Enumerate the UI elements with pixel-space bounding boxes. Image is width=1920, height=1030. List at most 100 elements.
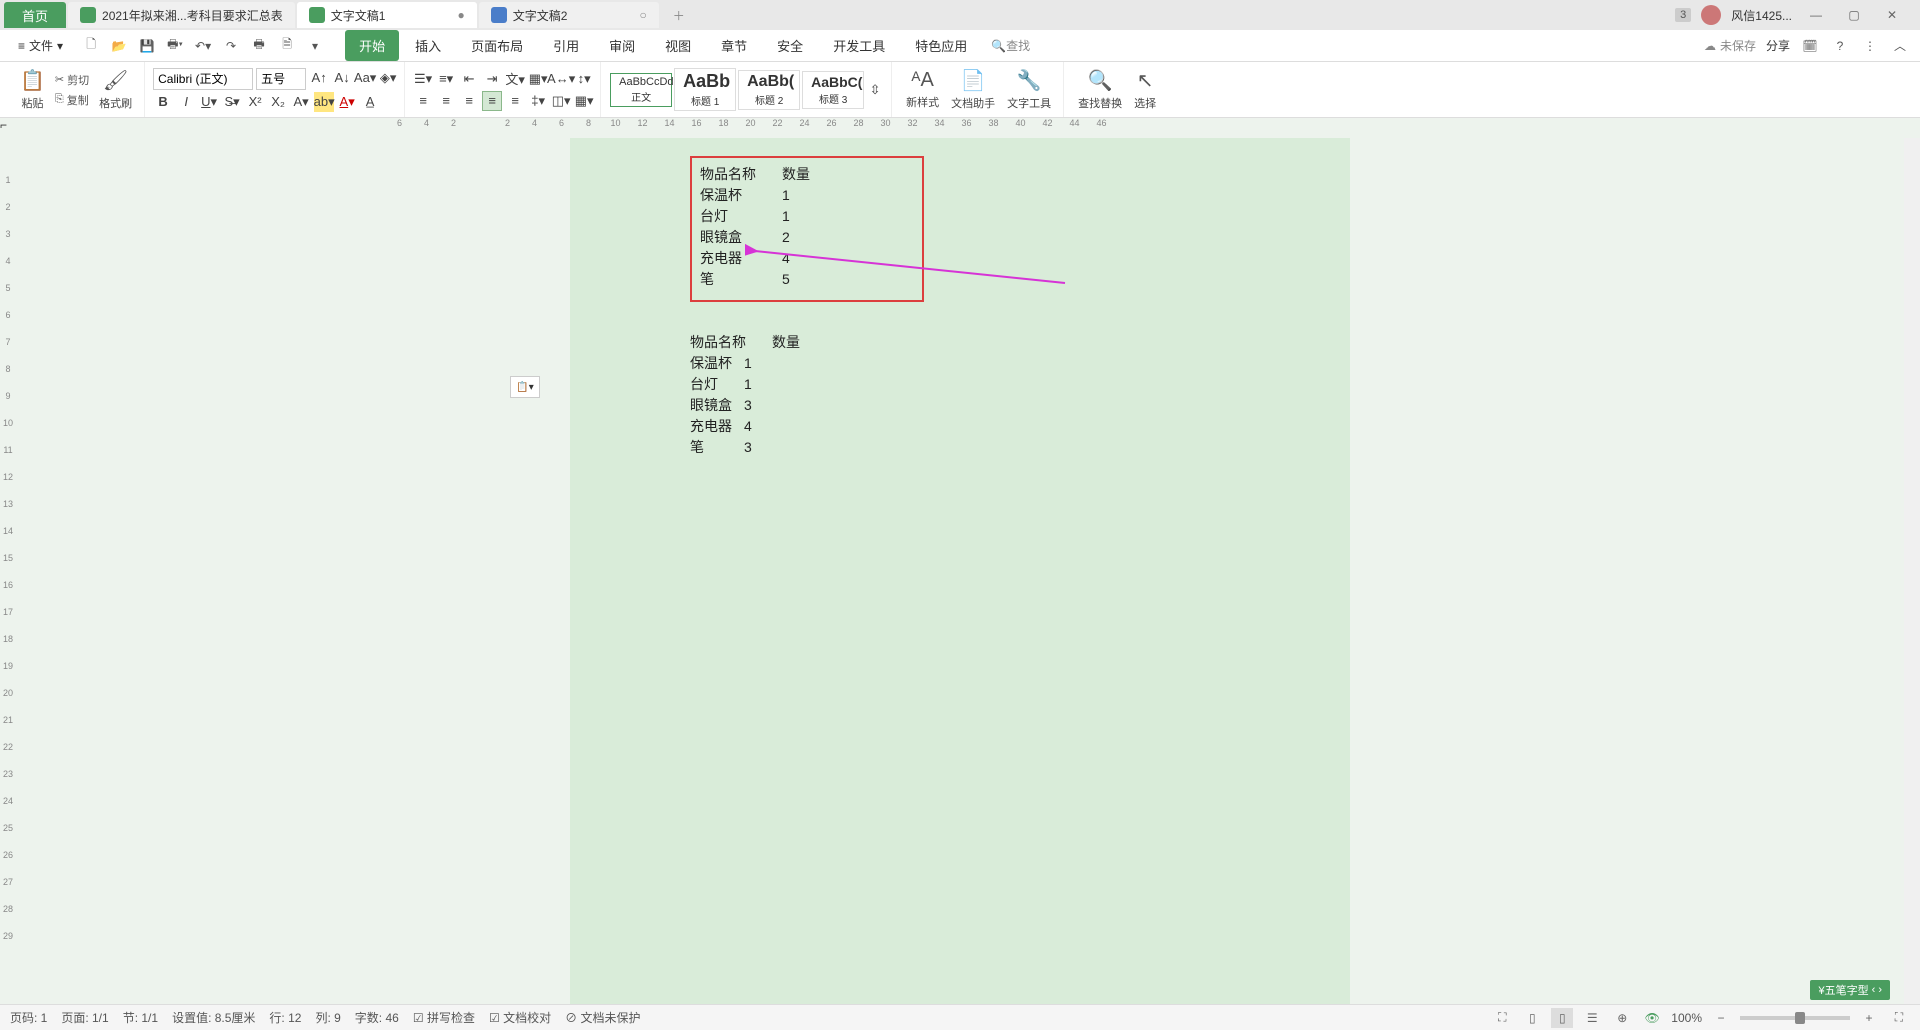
tab-references[interactable]: 引用 [539, 30, 593, 61]
shading2-button[interactable]: ◫▾ [551, 91, 571, 111]
calendar-icon[interactable]: 🗓 [1800, 36, 1820, 56]
tab-doc-2[interactable]: 文字文稿1 ● [297, 2, 477, 28]
find-replace-button[interactable]: 🔍查找替换 [1072, 66, 1128, 113]
style-heading1[interactable]: AaBb 标题 1 [674, 68, 736, 111]
tab-insert[interactable]: 插入 [401, 30, 455, 61]
zoom-in-button[interactable]: + [1858, 1008, 1880, 1028]
doc-helper-button[interactable]: 📄文档助手 [945, 66, 1001, 113]
print-layout-icon[interactable]: ▯ [1551, 1008, 1573, 1028]
cloud-status[interactable]: ☁ 未保存 [1704, 37, 1756, 54]
align-center-button[interactable]: ≡ [436, 91, 456, 111]
format-painter-button[interactable]: 🖌 格式刷 [93, 66, 138, 113]
change-case-icon[interactable]: Aa▾ [355, 68, 375, 88]
zoom-out-button[interactable]: − [1710, 1008, 1732, 1028]
collapse-ribbon-icon[interactable]: ⋮ [1860, 36, 1880, 56]
status-chars[interactable]: 字数: 46 [355, 1009, 399, 1026]
tab-doc-1[interactable]: 2021年拟来湘...考科目要求汇总表 [68, 2, 295, 28]
status-spell[interactable]: ☑ 拼写检查 [413, 1009, 475, 1026]
fullscreen-icon[interactable]: ⛶ [1491, 1008, 1513, 1028]
undo-icon[interactable]: ↶▾ [193, 36, 213, 56]
tab-section[interactable]: 章节 [707, 30, 761, 61]
clear-format-icon[interactable]: ◈▾ [378, 68, 398, 88]
new-style-button[interactable]: ᴬA新样式 [900, 67, 945, 112]
new-icon[interactable]: 🗋 [81, 36, 101, 56]
italic-button[interactable]: I [176, 92, 196, 112]
redo-icon[interactable]: ↷ [221, 36, 241, 56]
align-justify-button[interactable]: ≡ [482, 91, 502, 111]
highlight-button[interactable]: ab▾ [314, 92, 334, 112]
search-box[interactable]: 🔍 查找 [991, 37, 1030, 54]
bold-button[interactable]: B [153, 92, 173, 112]
text-effects-button[interactable]: A▾ [291, 92, 311, 112]
reading-view-icon[interactable]: ▯ [1521, 1008, 1543, 1028]
border-button[interactable]: ▦▾ [528, 69, 548, 89]
subscript-button[interactable]: X₂ [268, 92, 288, 112]
ruler-vertical[interactable]: 1234567891011121314151617181920212223242… [0, 138, 16, 1004]
open-icon[interactable]: 📂 [109, 36, 129, 56]
decrease-font-icon[interactable]: A↓ [332, 68, 352, 88]
text-tools-button[interactable]: 🔧文字工具 [1001, 66, 1057, 113]
print-preview-icon[interactable]: 🗎 [277, 36, 297, 56]
notification-badge[interactable]: 3 [1675, 8, 1691, 22]
status-proof[interactable]: ☑ 文档校对 [489, 1009, 551, 1026]
scrollbar-vertical[interactable] [1904, 138, 1920, 1004]
share-button[interactable]: 分享 [1766, 37, 1790, 54]
copy-button[interactable]: ⎘复制 [51, 91, 93, 109]
print-icon[interactable]: 🖶▾ [165, 36, 185, 56]
increase-font-icon[interactable]: A↑ [309, 68, 329, 88]
style-heading3[interactable]: AaBbC( 标题 3 [802, 71, 864, 109]
increase-indent-button[interactable]: ⇥ [482, 69, 502, 89]
style-normal[interactable]: AaBbCcDd 正文 [610, 73, 672, 107]
superscript-button[interactable]: X² [245, 92, 265, 112]
help-icon[interactable]: ? [1830, 36, 1850, 56]
file-menu[interactable]: ≡ 文件 ▾ [10, 33, 71, 58]
styles-more-icon[interactable]: ⇳ [865, 80, 885, 100]
tab-start[interactable]: 开始 [345, 30, 399, 61]
font-color-button[interactable]: A▾ [337, 92, 357, 112]
status-page[interactable]: 页面: 1/1 [61, 1009, 108, 1026]
maximize-button[interactable]: ▢ [1840, 5, 1868, 25]
tab-view[interactable]: 视图 [651, 30, 705, 61]
tab-doc-3[interactable]: 文字文稿2 ○ [479, 2, 659, 28]
strike-button[interactable]: S̶▾ [222, 92, 242, 112]
minimize-button[interactable]: — [1802, 5, 1830, 25]
web-layout-icon[interactable]: ⊕ [1611, 1008, 1633, 1028]
status-section[interactable]: 节: 1/1 [123, 1009, 158, 1026]
font-size-select[interactable] [256, 68, 306, 90]
status-position[interactable]: 设置值: 8.5厘米 [172, 1009, 255, 1026]
select-button[interactable]: ↖选择 [1128, 66, 1162, 113]
align-left-button[interactable]: ≡ [413, 91, 433, 111]
tab-add-button[interactable]: ＋ [667, 3, 691, 27]
zoom-thumb[interactable] [1795, 1012, 1805, 1024]
outline-view-icon[interactable]: ☰ [1581, 1008, 1603, 1028]
status-row[interactable]: 行: 12 [269, 1009, 301, 1026]
page[interactable]: 📋▾ 物品名称 数量 保温杯1台灯1眼镜盒2充电器4笔5 物品名称 数量 保温杯 [570, 138, 1350, 1004]
underline-button[interactable]: U▾ [199, 92, 219, 112]
status-page-code[interactable]: 页码: 1 [10, 1009, 47, 1026]
ime-indicator[interactable]: ¥五笔字型 ‹ › [1810, 980, 1890, 1000]
tab-page-layout[interactable]: 页面布局 [457, 30, 537, 61]
paste-button[interactable]: 📋 粘贴 [14, 66, 51, 113]
avatar[interactable] [1701, 5, 1721, 25]
ruler-horizontal[interactable]: 6422468101214161820222426283032343638404… [16, 118, 1920, 138]
text-direction-button[interactable]: 文▾ [505, 69, 525, 89]
status-col[interactable]: 列: 9 [315, 1009, 340, 1026]
align-distribute2-button[interactable]: ≡ [505, 91, 525, 111]
paste-options-button[interactable]: 📋▾ [510, 376, 540, 398]
style-heading2[interactable]: AaBb( 标题 2 [738, 70, 800, 110]
tab-dev-tools[interactable]: 开发工具 [819, 30, 899, 61]
align-right-button[interactable]: ≡ [459, 91, 479, 111]
shading-button[interactable]: A̲ [360, 92, 380, 112]
align-distribute-button[interactable]: A↔▾ [551, 69, 571, 89]
sort-button[interactable]: ↕▾ [574, 69, 594, 89]
chevron-up-icon[interactable]: ︿ [1890, 36, 1910, 56]
cut-button[interactable]: ✂剪切 [51, 71, 93, 89]
tab-special[interactable]: 特色应用 [901, 30, 981, 61]
tab-home[interactable]: 首页 [4, 2, 66, 28]
tab-security[interactable]: 安全 [763, 30, 817, 61]
zoom-slider[interactable] [1740, 1016, 1850, 1020]
zoom-level[interactable]: 100% [1671, 1011, 1702, 1025]
bullets-button[interactable]: ☰▾ [413, 69, 433, 89]
close-button[interactable]: ✕ [1878, 5, 1906, 25]
font-select[interactable] [153, 68, 253, 90]
